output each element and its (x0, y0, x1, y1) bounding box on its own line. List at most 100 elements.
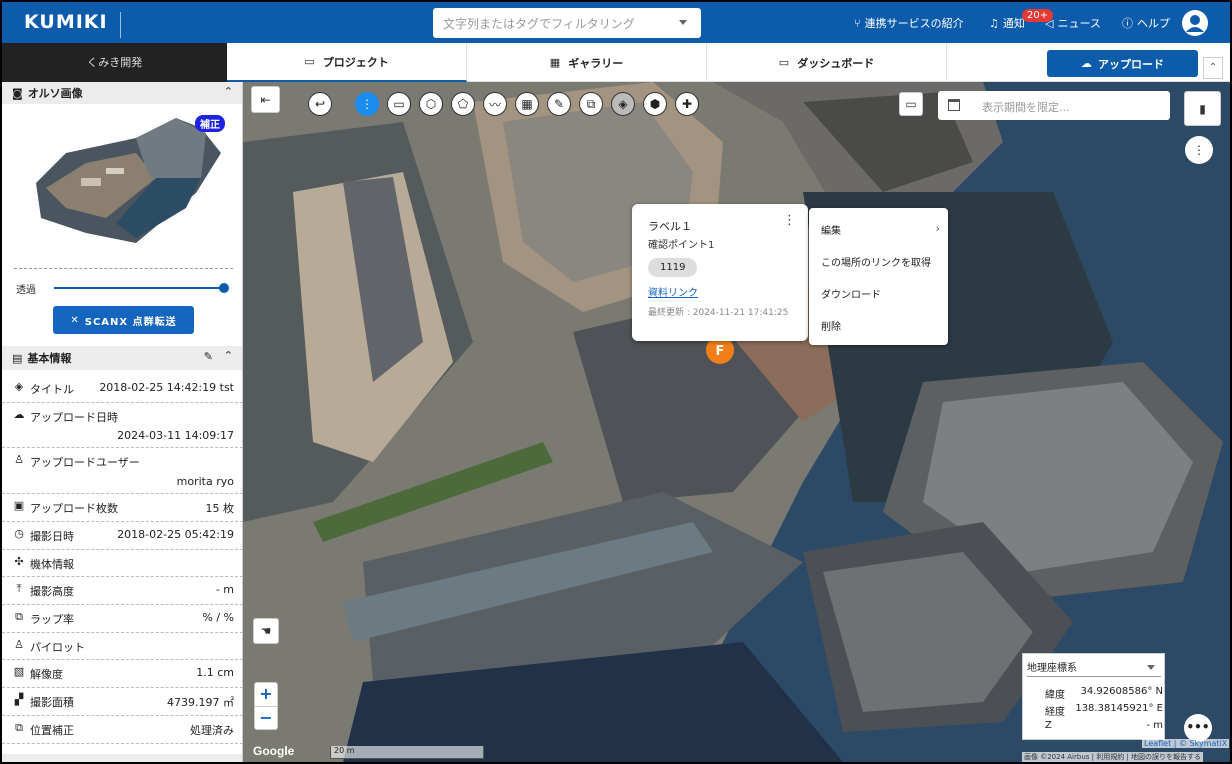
info-label: ラップ率 (30, 613, 74, 626)
map-view[interactable]: F ⇤ ↩ ⋮ ▭ ⬡ ⬠ 〰 ▦ ✎ ⧉ ◈ ⬢ ✚ ▭ 表示期間を限定...… (243, 82, 1230, 762)
app-logo[interactable]: KUMIKI (24, 11, 108, 33)
pentagon-tool-button[interactable]: ⬠ (451, 92, 475, 116)
project-name[interactable]: くみき開発 (2, 43, 227, 82)
more-options-button[interactable]: ••• (1184, 714, 1212, 742)
chevron-up-icon: ⌃ (1208, 62, 1218, 73)
info-row-resolution: ▧ 解像度 1.1 cm (2, 660, 242, 688)
tab-projects[interactable]: ▭ プロジェクト (227, 43, 467, 82)
collapse-header-button[interactable]: ⌃ (1203, 57, 1223, 79)
ruler-tool-button[interactable]: ▭ (387, 92, 411, 116)
upload-button[interactable]: ☁ アップロード (1047, 50, 1198, 77)
info-label: 撮影高度 (30, 585, 74, 598)
info-value: 1.1 cm (196, 666, 234, 679)
info-label: 撮影日時 (30, 530, 74, 543)
info-label: パイロット (30, 641, 85, 654)
news-label: ニュース (1057, 17, 1101, 30)
sidebar: ◙ オルソ画像 ⌃ 補正 透過 ✕ SCANX 点群転送 ▤ 基本情報 ✎ ⌃ (2, 82, 243, 762)
ortho-section-header[interactable]: ◙ オルソ画像 ⌃ (2, 82, 242, 104)
latitude-label: 緯度 (1045, 690, 1065, 701)
zoom-control: + − (254, 682, 278, 730)
area-icon: ▞ (14, 693, 24, 706)
info-value: 4739.197 ㎡ (167, 696, 234, 709)
draw-tool-button[interactable]: ✎ (547, 92, 571, 116)
popup-document-link[interactable]: 資料リンク (648, 284, 698, 299)
zoom-out-button[interactable]: − (255, 706, 277, 729)
menu-item-delete[interactable]: 削除 (821, 318, 841, 333)
grid-icon: ▦ (549, 56, 561, 69)
document-icon: ▤ (12, 351, 23, 365)
info-value: - m (215, 583, 234, 596)
altitude-icon: ⤒ (16, 582, 22, 595)
images-icon: ▣ (13, 499, 25, 512)
basic-info-title: 基本情報 (27, 352, 72, 365)
calendar-icon (948, 99, 960, 111)
sub-navigation: くみき開発 ▭ プロジェクト ▦ ギャラリー ▭ ダッシュボード ☁ アップロー… (2, 43, 1230, 82)
eraser-icon: ◈ (618, 97, 628, 111)
info-value: 2024-03-11 14:09:17 (117, 429, 234, 442)
chevron-up-icon: ⌃ (223, 85, 233, 98)
longitude-value: 138.38145921° E (1075, 703, 1163, 714)
polygon-area-tool-button[interactable]: ⬡ (419, 92, 443, 116)
info-row-overlap: ⧉ ラップ率 % / % (2, 605, 242, 633)
period-filter-input[interactable]: 表示期間を限定... (938, 91, 1170, 120)
map-options-button[interactable]: ⋮ (1185, 136, 1213, 164)
basic-info-section-header[interactable]: ▤ 基本情報 ✎ ⌃ (2, 346, 242, 370)
map-layer-button[interactable]: ▮ (1184, 91, 1221, 126)
popup-more-icon[interactable]: ⋮ (783, 213, 796, 228)
screen-capture-button[interactable]: ▭ (899, 92, 923, 116)
info-value: morita ryo (176, 475, 234, 488)
notifications-button[interactable]: ♫ 通知 (989, 15, 1025, 31)
collapse-sidebar-button[interactable]: ⇤ (251, 86, 280, 113)
coordinate-system-select[interactable]: 地理座標系 (1027, 659, 1161, 677)
tab-dashboard-label: ダッシュボード (797, 56, 875, 70)
leaflet-attribution[interactable]: Leaflet | © SkymatiX (1142, 739, 1230, 748)
edit-pencil-icon[interactable]: ✎ (204, 350, 213, 363)
arrow-left-bar-icon: ⇤ (260, 92, 271, 107)
person-icon: ♙ (14, 453, 24, 466)
popup-context-menu: 編集 › この場所のリンクを取得 ダウンロード 削除 (809, 208, 948, 345)
undo-button[interactable]: ↩ (308, 92, 332, 116)
news-button[interactable]: ◁ ニュース (1045, 15, 1101, 31)
copy-icon: ⧉ (586, 96, 596, 111)
pan-tool-button[interactable]: ☚ (253, 618, 279, 644)
services-link[interactable]: ⑂ 連携サービスの紹介 (854, 15, 964, 31)
info-label: 機体情報 (30, 558, 74, 571)
upload-label: アップロード (1098, 57, 1164, 71)
dropdown-caret-icon (1147, 665, 1155, 670)
scanx-transfer-button[interactable]: ✕ SCANX 点群転送 (53, 306, 194, 334)
tab-projects-label: プロジェクト (322, 55, 389, 69)
svg-text:F: F (716, 344, 725, 359)
help-button[interactable]: ⓘ ヘルプ (1122, 15, 1170, 31)
compare-tool-button[interactable]: ⧉ (579, 92, 603, 116)
polyline-tool-button[interactable]: 〰 (483, 92, 507, 116)
menu-item-get-link[interactable]: この場所のリンクを取得 (821, 254, 931, 269)
opacity-slider-handle[interactable] (219, 283, 229, 293)
grid-icon: ▦ (521, 97, 533, 111)
layers-icon: ◈ (14, 380, 24, 393)
eraser-tool-button[interactable]: ◈ (611, 92, 635, 116)
zoom-in-button[interactable]: + (255, 683, 277, 706)
tab-gallery[interactable]: ▦ ギャラリー (467, 43, 707, 82)
latitude-value: 34.92608586° N (1080, 686, 1163, 697)
correction-badge: 補正 (195, 115, 225, 132)
scale-bar: 20 m (330, 746, 484, 759)
imagery-attribution[interactable]: 画像 ©2024 Airbus | 利用規約 | 地図の誤りを報告する (1022, 752, 1204, 762)
services-label: 連携サービスの紹介 (864, 17, 964, 30)
select-tool-button[interactable]: ⋮ (355, 92, 379, 116)
opacity-slider-track[interactable] (54, 287, 224, 289)
popup-tag-chip[interactable]: 1119 (648, 258, 698, 277)
info-label: 位置補正 (30, 724, 74, 737)
menu-item-edit[interactable]: 編集 (821, 222, 841, 237)
grid-tool-button[interactable]: ▦ (515, 92, 539, 116)
hand-icon: ☚ (260, 624, 272, 638)
user-avatar[interactable] (1182, 10, 1208, 36)
menu-item-download[interactable]: ダウンロード (821, 286, 881, 301)
add-button[interactable]: ✚ (675, 92, 699, 116)
tag-filter-select[interactable]: 文字列またはタグでフィルタリング (433, 8, 701, 38)
3d-tool-button[interactable]: ⬢ (643, 92, 667, 116)
copy-icon: ⧉ (15, 721, 23, 734)
pentagon-icon: ⬠ (457, 97, 469, 111)
tab-dashboard[interactable]: ▭ ダッシュボード (707, 43, 947, 82)
monitor-icon: ▭ (778, 56, 790, 69)
next-section-header[interactable] (2, 754, 242, 762)
